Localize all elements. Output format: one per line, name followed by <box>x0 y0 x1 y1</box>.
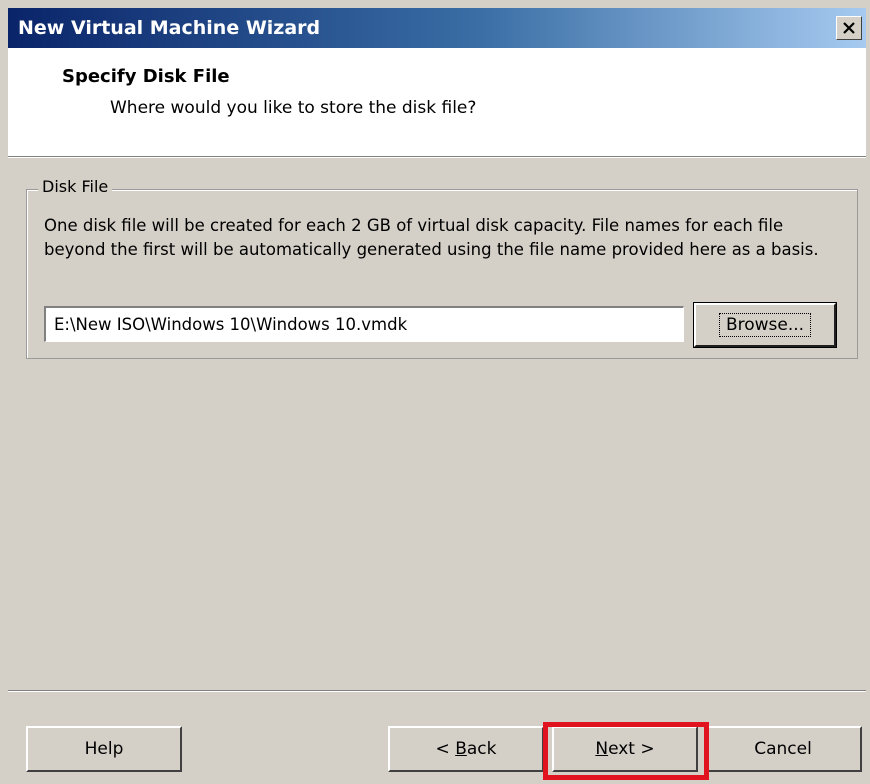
back-mnemonic: B <box>455 739 467 759</box>
help-button[interactable]: Help <box>26 726 182 772</box>
back-button[interactable]: < Back <box>388 726 544 772</box>
close-button[interactable] <box>836 16 862 40</box>
disk-file-path-input[interactable] <box>44 306 684 342</box>
page-subtitle: Where would you like to store the disk f… <box>110 98 477 118</box>
title-bar[interactable]: New Virtual Machine Wizard <box>8 8 866 48</box>
page-title: Specify Disk File <box>62 66 230 87</box>
next-button-label: Next > <box>595 739 654 759</box>
header-divider <box>8 157 866 158</box>
disk-file-legend: Disk File <box>38 177 113 196</box>
browse-button[interactable]: Browse... <box>693 302 837 348</box>
wizard-window: New Virtual Machine Wizard Specify Disk … <box>0 0 870 784</box>
next-rest: ext > <box>608 739 655 759</box>
back-rest: ack <box>466 739 497 759</box>
cancel-button-label: Cancel <box>754 739 812 759</box>
back-prefix: < <box>435 739 456 759</box>
help-button-label: Help <box>84 739 124 759</box>
cancel-button[interactable]: Cancel <box>704 726 862 772</box>
window-title: New Virtual Machine Wizard <box>18 17 321 39</box>
wizard-header: Specify Disk File Where would you like t… <box>8 48 866 157</box>
close-icon <box>843 22 855 34</box>
next-button[interactable]: Next > <box>552 726 698 772</box>
next-mnemonic: N <box>595 739 609 759</box>
back-button-label: < Back <box>436 739 497 759</box>
disk-file-description: One disk file will be created for each 2… <box>44 216 819 259</box>
footer-divider <box>8 690 866 692</box>
browse-button-label: Browse... <box>718 313 812 337</box>
